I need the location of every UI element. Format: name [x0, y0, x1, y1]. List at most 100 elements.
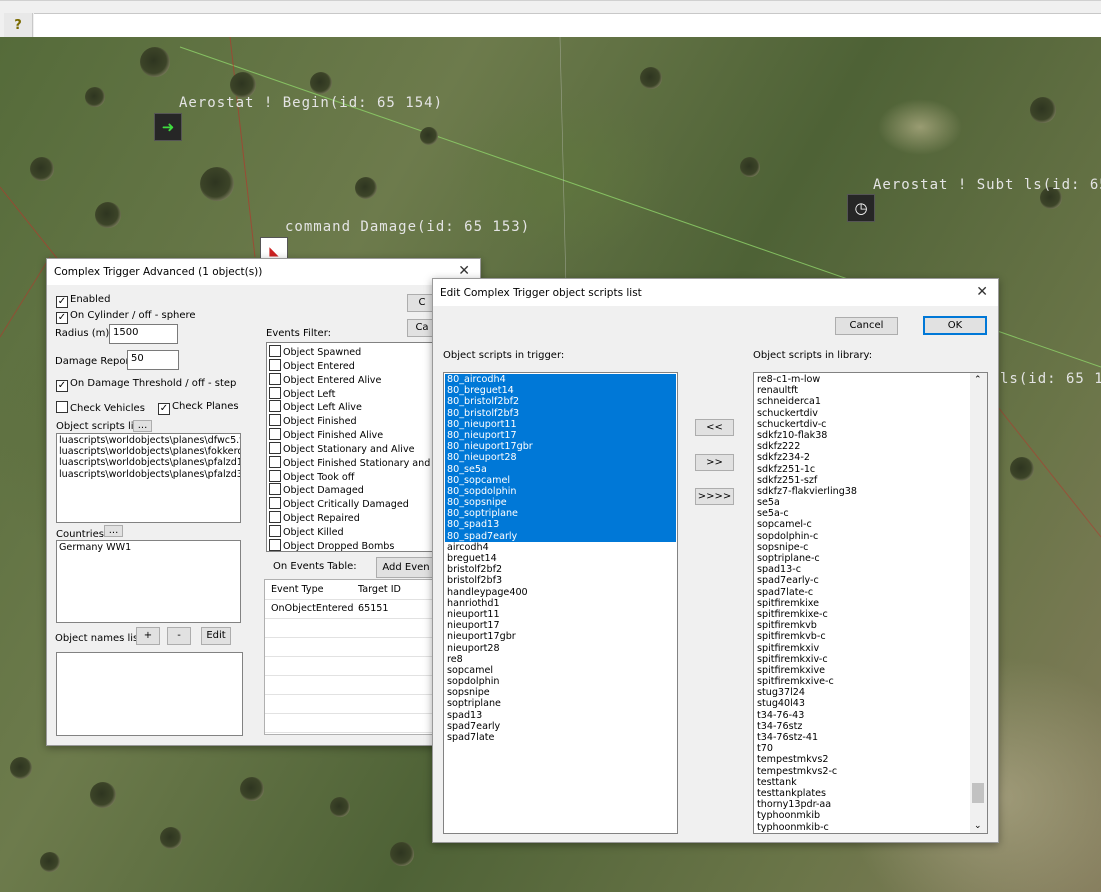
event-filter-checkbox[interactable]: Object Stationary and Alive: [267, 441, 435, 456]
list-item[interactable]: sopdolphin: [445, 676, 676, 687]
damage-threshold-checkbox[interactable]: ✓ On Damage Threshold / off - step: [56, 378, 236, 392]
enter-icon[interactable]: ➜: [154, 113, 182, 141]
list-item[interactable]: spad7early: [445, 721, 676, 732]
list-item[interactable]: bristolf2bf3: [445, 575, 676, 586]
list-item[interactable]: 80_bristolf2bf2: [445, 396, 676, 408]
list-item[interactable]: thorny13pdr-aa: [755, 799, 987, 810]
list-item[interactable]: hanriothd1: [445, 598, 676, 609]
countries-list[interactable]: Germany WW1: [56, 540, 241, 623]
list-item[interactable]: spitfiremkvb-c: [755, 631, 987, 642]
list-item[interactable]: luascripts\worldobjects\planes\pfalzd12.…: [57, 457, 240, 468]
ok-button[interactable]: OK: [923, 316, 987, 335]
list-item[interactable]: 80_sopdolphin: [445, 485, 676, 498]
list-item[interactable]: 80_spad13: [445, 519, 676, 531]
event-filter-checkbox[interactable]: Object Entered: [267, 358, 435, 373]
list-item[interactable]: bristolf2bf2: [445, 564, 676, 575]
list-item[interactable]: 80_soptriplane: [445, 508, 676, 520]
list-item[interactable]: 80_sopcamel: [445, 474, 676, 486]
list-item[interactable]: nieuport28: [445, 643, 676, 654]
object-scripts-browse-button[interactable]: ...: [133, 420, 152, 432]
list-item[interactable]: breguet14: [445, 553, 676, 564]
library-scrollbar[interactable]: ⌃ ⌄: [970, 373, 987, 833]
library-scripts-list[interactable]: re8-c1-m-low renaultft schneiderca1 schucke…: [753, 372, 988, 834]
list-item[interactable]: testtank: [755, 777, 987, 788]
add-name-button[interactable]: +: [136, 627, 160, 645]
list-item[interactable]: 80_nieuport28: [445, 452, 676, 464]
list-item[interactable]: spitfiremkxive-c: [755, 676, 987, 687]
list-item[interactable]: spad7early-c: [755, 575, 987, 586]
edit-name-button[interactable]: Edit: [201, 627, 231, 645]
list-item[interactable]: spad13: [445, 710, 676, 721]
scroll-up-icon[interactable]: ⌃: [974, 375, 982, 385]
radius-input[interactable]: 1500: [109, 324, 178, 344]
list-item[interactable]: t70: [755, 743, 987, 754]
move-left-button[interactable]: <<: [695, 419, 734, 436]
event-filter-checkbox[interactable]: Object Critically Damaged: [267, 497, 435, 511]
list-item[interactable]: se5a-c: [755, 508, 987, 519]
list-item[interactable]: 80_spad7early: [445, 530, 676, 542]
event-filter-checkbox[interactable]: Object Spawned: [267, 345, 435, 359]
list-item[interactable]: typhoonmkib-c: [755, 822, 987, 833]
timer-icon[interactable]: ◷: [847, 194, 875, 222]
list-item[interactable]: soptriplane-c: [755, 553, 987, 564]
scroll-down-icon[interactable]: ⌄: [974, 821, 982, 831]
list-item[interactable]: luascripts\worldobjects\planes\pfalzd3a.…: [57, 469, 240, 480]
events-filter-list[interactable]: Object Spawned Object Entered Object Enter…: [266, 342, 436, 552]
event-filter-checkbox[interactable]: Object Finished Alive: [267, 428, 435, 442]
object-scripts-list[interactable]: luascripts\worldobjects\planes\dfwc5.txt…: [56, 433, 241, 523]
list-item[interactable]: nieuport17: [445, 620, 676, 631]
list-item[interactable]: nieuport11: [445, 609, 676, 620]
move-right-button[interactable]: >>: [695, 454, 734, 471]
list-item[interactable]: spitfiremkixe-c: [755, 609, 987, 620]
close-icon[interactable]: ✕: [458, 263, 470, 279]
help-icon[interactable]: ?: [4, 13, 33, 37]
event-filter-checkbox[interactable]: Object Took off: [267, 469, 435, 484]
list-item[interactable]: soptriplane: [445, 698, 676, 709]
enabled-checkbox[interactable]: ✓ Enabled: [56, 294, 110, 308]
event-filter-checkbox[interactable]: Object Repaired: [267, 511, 435, 525]
event-filter-checkbox[interactable]: Object Finished Stationary and Alive: [267, 455, 435, 470]
list-item[interactable]: 80_sopsnipe: [445, 497, 676, 509]
event-filter-checkbox[interactable]: Object Finished: [267, 414, 435, 428]
list-item[interactable]: Germany WW1: [57, 542, 240, 553]
event-filter-checkbox[interactable]: Object Left: [267, 386, 435, 401]
move-all-button[interactable]: >>>>: [695, 488, 734, 505]
list-item[interactable]: schneiderca1: [755, 396, 987, 407]
trigger-scripts-list[interactable]: 80_aircodh4 80_breguet14 80_bristolf2bf2 80…: [443, 372, 678, 834]
list-item[interactable]: stug37l24: [755, 687, 987, 698]
list-item[interactable]: 80_bristolf2bf3: [445, 407, 676, 419]
list-item[interactable]: tempestmkvs2-c: [755, 766, 987, 777]
cancel-button[interactable]: Cancel: [835, 317, 898, 335]
list-item[interactable]: typhoonmkib: [755, 810, 987, 821]
list-item[interactable]: stug40l43: [755, 698, 987, 709]
scroll-thumb[interactable]: [972, 783, 984, 803]
event-filter-checkbox[interactable]: Object Damaged: [267, 483, 435, 497]
list-item[interactable]: aircodh4: [445, 542, 676, 553]
list-item[interactable]: 80_aircodh4: [445, 374, 676, 386]
object-names-list[interactable]: [56, 652, 243, 736]
add-event-button[interactable]: Add Even: [376, 557, 436, 578]
list-item[interactable]: sopsnipe-c: [755, 542, 987, 553]
list-item[interactable]: t34-76stz: [755, 721, 987, 732]
list-item[interactable]: sdkfz7-flakvierling38: [755, 486, 987, 497]
list-item[interactable]: spitfiremkxiv-c: [755, 654, 987, 665]
event-filter-checkbox[interactable]: Object Dropped Bombs: [267, 538, 435, 551]
table-row[interactable]: OnObjectEntered 65151: [265, 599, 435, 619]
check-vehicles-checkbox[interactable]: Check Vehicles: [56, 401, 145, 414]
list-item[interactable]: 80_nieuport11: [445, 418, 676, 430]
list-item[interactable]: spitfiremkixe: [755, 598, 987, 609]
cylinder-checkbox[interactable]: ✓ On Cylinder / off - sphere: [56, 310, 196, 324]
list-item[interactable]: schuckertdiv-c: [755, 419, 987, 430]
damage-report-input[interactable]: 50: [127, 350, 179, 370]
list-item[interactable]: handleypage400: [445, 587, 676, 598]
list-item[interactable]: re8: [445, 654, 676, 665]
list-item[interactable]: nieuport17gbr: [445, 631, 676, 642]
list-item[interactable]: spad7late-c: [755, 587, 987, 598]
check-planes-checkbox[interactable]: ✓ Check Planes: [158, 401, 239, 415]
list-item[interactable]: spad13-c: [755, 564, 987, 575]
list-item[interactable]: sopcamel-c: [755, 519, 987, 530]
list-item[interactable]: 80_se5a: [445, 463, 676, 475]
remove-name-button[interactable]: -: [167, 627, 191, 645]
list-item[interactable]: schuckertdiv: [755, 408, 987, 419]
list-item[interactable]: 80_breguet14: [445, 385, 676, 397]
